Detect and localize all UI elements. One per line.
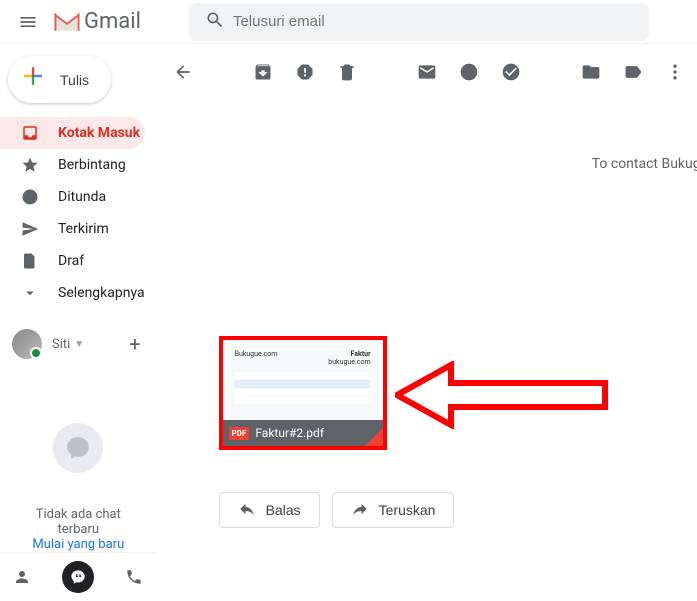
compose-button[interactable]: Tulis [8,56,111,103]
sidebar-item-inbox[interactable]: Kotak Masuk [0,117,145,149]
main: To contact Bukug Bukugue.com Faktur buku… [157,44,697,601]
nav-list: Kotak Masuk Berbintang Ditunda Terkirim … [0,117,157,309]
sidebar-item-label: Ditunda [58,189,106,205]
fold-corner-icon [365,428,383,446]
preview-sub: bukugue.com [328,358,370,366]
attachment-footer: PDF Faktur#2.pdf [223,420,383,446]
avatar[interactable] [12,329,42,359]
menu-icon[interactable] [8,2,48,42]
back-button[interactable] [173,62,193,82]
sidebar-item-label: Berbintang [58,157,126,173]
header: Gmail [0,0,697,44]
message-actions: Balas Teruskan [219,492,455,528]
spam-button[interactable] [295,62,315,82]
delete-button[interactable] [337,62,357,82]
chat-empty-state: Tidak ada chat terbaru Mulai yang baru [0,369,157,552]
reply-icon [238,500,256,521]
tab-contacts[interactable] [6,561,38,593]
chat-start-link[interactable]: Mulai yang baru [20,537,137,552]
star-icon [20,156,40,174]
attachment-filename: Faktur#2.pdf [255,426,324,440]
plus-icon [20,63,46,96]
snooze-button[interactable] [459,62,479,82]
archive-button[interactable] [253,62,273,82]
toolbar [157,48,697,96]
contact-note: To contact Bukug [592,156,697,172]
clock-icon [20,188,40,206]
preview-site: Bukugue.com [235,350,278,366]
search-icon [197,10,233,34]
reply-button[interactable]: Balas [219,492,320,528]
sidebar-item-drafts[interactable]: Draf [0,245,145,277]
sidebar-item-sent[interactable]: Terkirim [0,213,145,245]
send-icon [20,220,40,238]
attachment-card[interactable]: Bukugue.com Faktur bukugue.com PD [219,336,387,450]
chat-username[interactable]: Siti [52,337,70,352]
forward-icon [351,500,369,521]
message-content: To contact Bukug Bukugue.com Faktur buku… [219,96,697,601]
tab-calls[interactable] [118,561,150,593]
file-icon [20,252,40,270]
new-chat-button[interactable]: + [129,332,140,356]
tab-hangouts[interactable] [62,561,94,593]
logo-text: Gmail [84,9,141,34]
sidebar-item-starred[interactable]: Berbintang [0,149,145,181]
chevron-down-icon [20,284,40,302]
forward-button[interactable]: Teruskan [332,492,455,528]
compose-label: Tulis [60,72,89,88]
sidebar-item-more[interactable]: Selengkapnya [0,277,145,309]
gmail-logo[interactable]: Gmail [52,9,141,34]
preview-title: Faktur [351,350,371,358]
pdf-badge: PDF [229,427,250,440]
chat-empty-text: Tidak ada chat terbaru [20,507,137,537]
sidebar: Tulis Kotak Masuk Berbintang Ditunda Ter… [0,44,157,601]
sidebar-item-label: Kotak Masuk [58,125,140,141]
search-bar[interactable] [189,3,649,41]
add-task-button[interactable] [501,62,521,82]
more-button[interactable] [665,62,685,82]
hangouts-icon [53,423,103,473]
bottom-tabs [0,552,157,601]
sidebar-item-label: Selengkapnya [58,285,145,301]
sidebar-item-snoozed[interactable]: Ditunda [0,181,145,213]
forward-label: Teruskan [379,502,436,518]
chat-header: Siti ▼ + [0,319,157,369]
chevron-down-icon[interactable]: ▼ [74,339,84,350]
move-button[interactable] [581,62,601,82]
reply-label: Balas [266,502,301,518]
label-button[interactable] [623,62,643,82]
inbox-icon [20,124,40,142]
search-input[interactable] [233,13,641,30]
sidebar-item-label: Draf [58,253,84,269]
sidebar-item-label: Terkirim [58,221,109,237]
annotation-arrow-icon [395,361,615,429]
mark-unread-button[interactable] [417,62,437,82]
